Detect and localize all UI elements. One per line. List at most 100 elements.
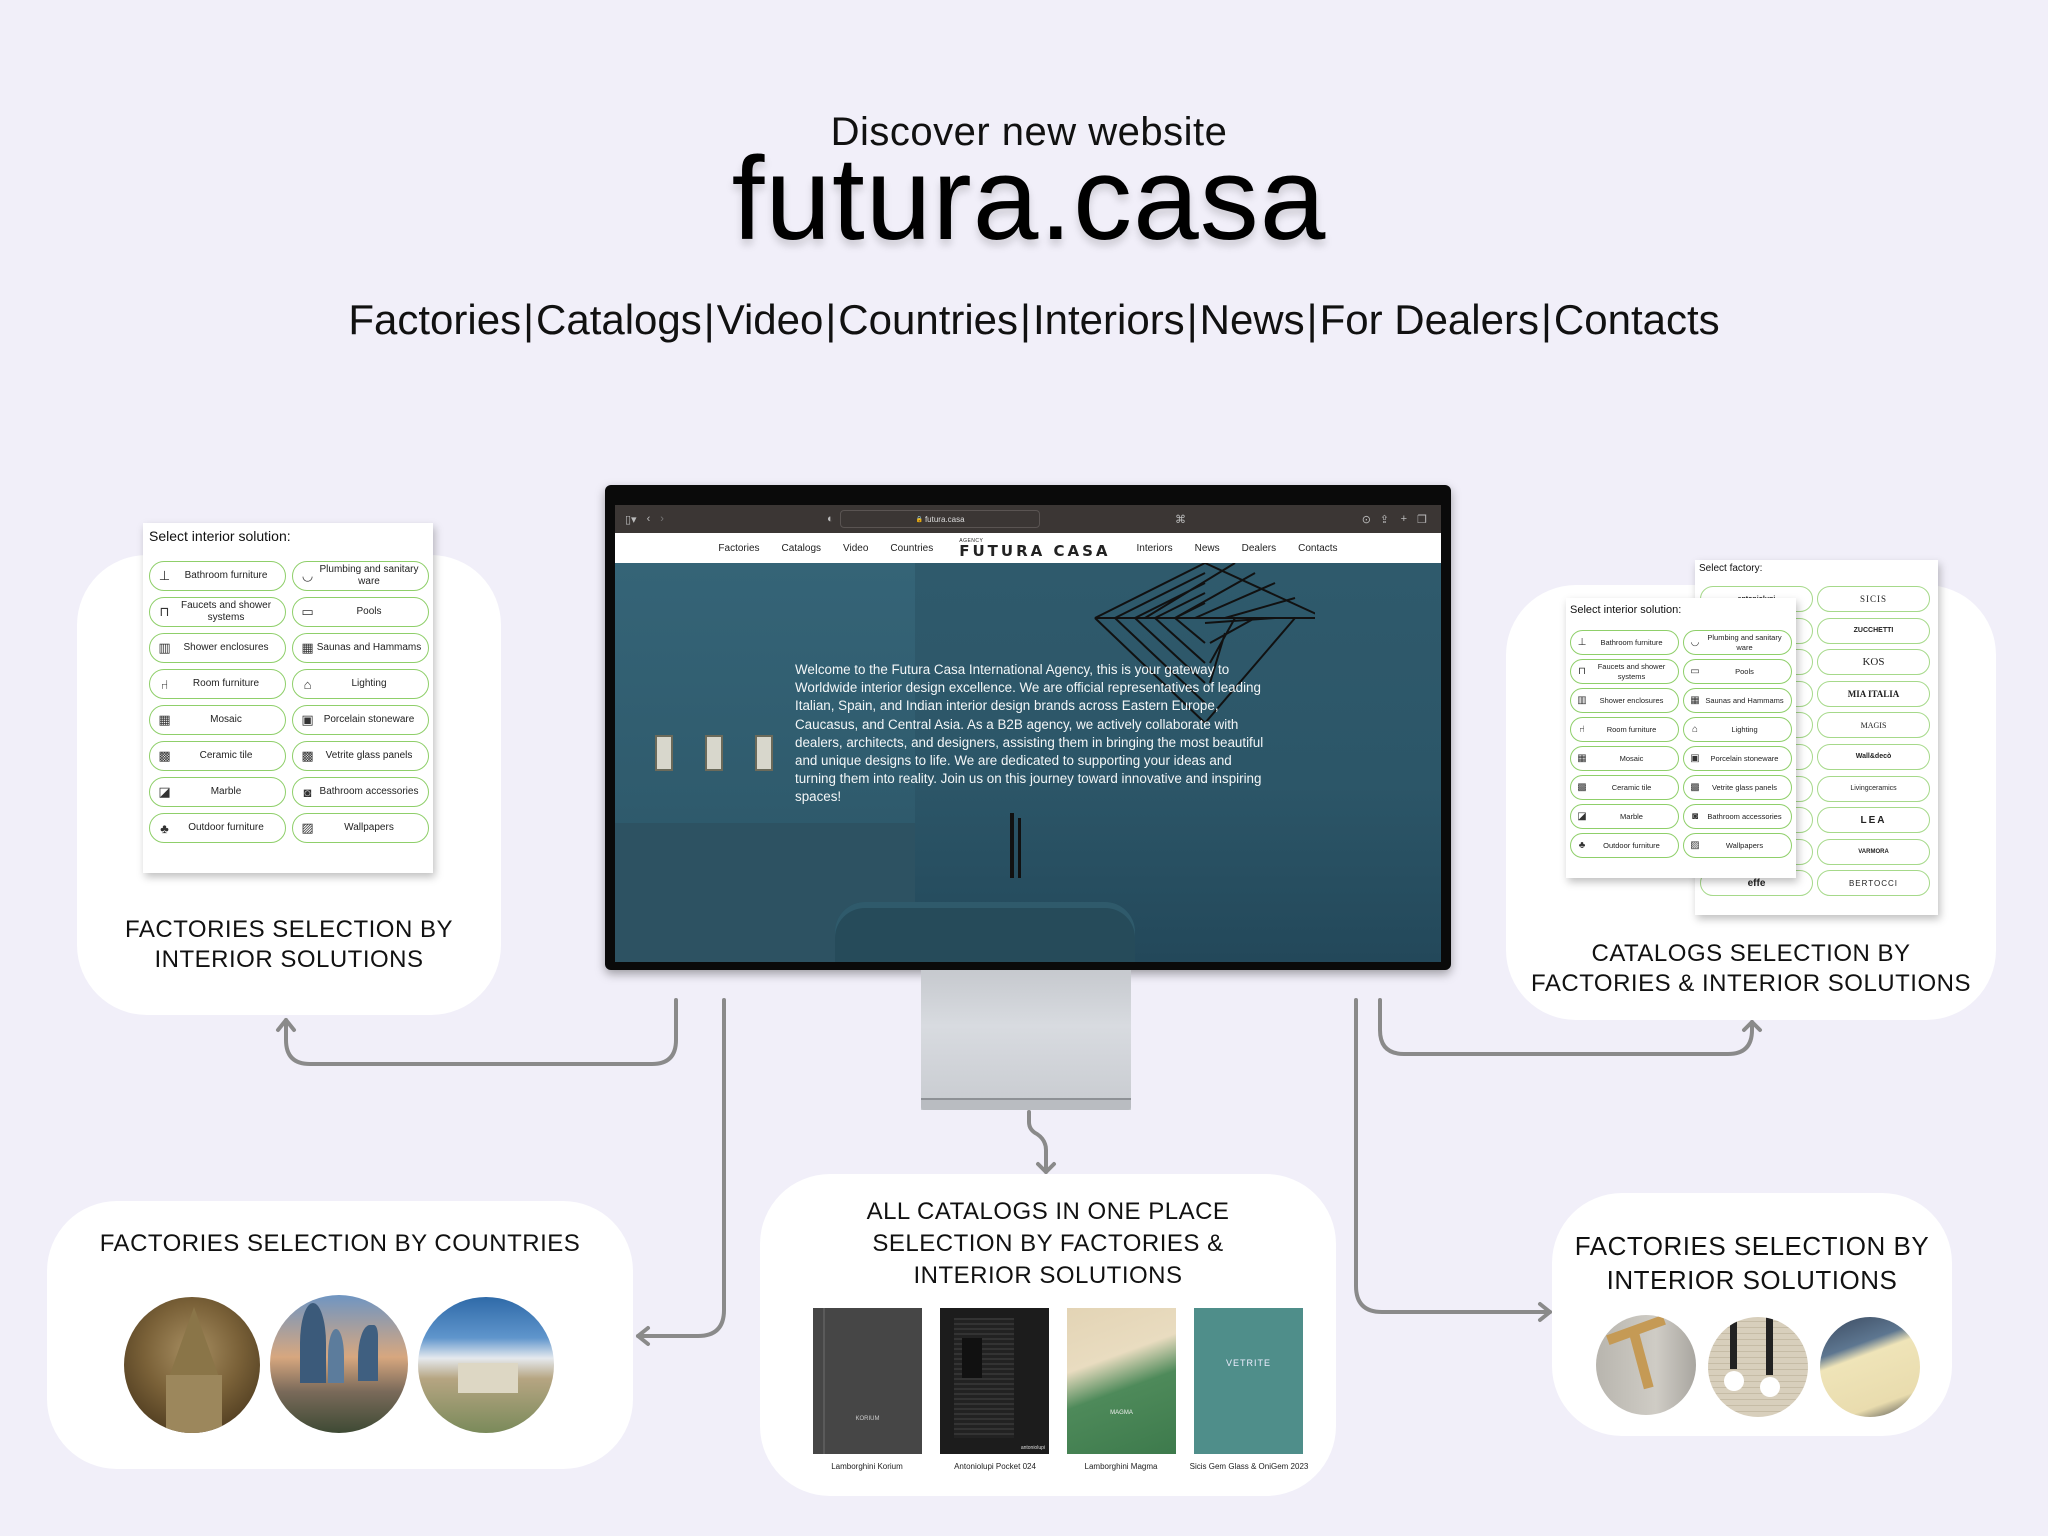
interior-solution-option[interactable]: ▩ Vetrite glass panels	[1683, 775, 1792, 800]
interior-solution-option[interactable]: ♣ Outdoor furniture	[149, 813, 286, 843]
bathroom-furniture-icon: ⊥	[158, 568, 171, 583]
site-nav-catalogs[interactable]: Catalogs	[782, 543, 821, 554]
interior-solution-option[interactable]: ◡ Plumbing and sanitary ware	[292, 561, 429, 591]
nav-contacts[interactable]: Contacts	[1554, 296, 1720, 343]
interior-solution-option[interactable]: ⊥ Bathroom furniture	[149, 561, 286, 591]
site-nav-factories[interactable]: Factories	[718, 543, 759, 554]
interior-solution-option[interactable]: ▩ Ceramic tile	[149, 741, 286, 771]
nav-video[interactable]: Video	[717, 296, 824, 343]
factory-logo: Wall&decò	[1855, 753, 1892, 761]
interior-solution-option[interactable]: ◙ Bathroom accessories	[292, 777, 429, 807]
factory-option[interactable]: BERTOCCI	[1817, 870, 1930, 897]
wall-art	[705, 735, 723, 771]
site-nav-interiors[interactable]: Interiors	[1136, 543, 1172, 554]
sidebar-toggle-icon[interactable]: ▯▾	[625, 513, 637, 526]
factory-option[interactable]: VARMORA	[1817, 838, 1930, 865]
interior-solution-option[interactable]: ⊥ Bathroom furniture	[1570, 630, 1679, 655]
new-tab-icon[interactable]: +	[1401, 513, 1407, 525]
nav-news[interactable]: News	[1200, 296, 1305, 343]
interior-solution-option[interactable]: ⌂ Lighting	[292, 669, 429, 699]
interior-solution-option[interactable]: ▣ Porcelain stoneware	[292, 705, 429, 735]
nav-interiors[interactable]: Interiors	[1033, 296, 1185, 343]
factory-list-right: SICIS ZUCCHETTI KOS MIA ITALIA MAGIS Wall&dec…	[1817, 586, 1930, 897]
interior-solution-option[interactable]: ▩ Vetrite glass panels	[292, 741, 429, 771]
monitor-stand-base	[921, 1098, 1131, 1110]
wall-art	[755, 735, 773, 771]
interior-solution-option[interactable]: ▦ Mosaic	[149, 705, 286, 735]
nav-for-dealers[interactable]: For Dealers	[1320, 296, 1539, 343]
interior-solution-option[interactable]: ▭ Pools	[1683, 659, 1792, 684]
factory-option[interactable]: MIA ITALIA	[1817, 680, 1930, 707]
share-icon[interactable]: ⇪	[1380, 513, 1389, 526]
marble-icon: ◪	[1577, 811, 1587, 822]
interior-solution-option[interactable]: ▩ Ceramic tile	[1570, 775, 1679, 800]
translate-icon[interactable]: ⌘	[1175, 513, 1186, 526]
interior-solution-option[interactable]: ◪ Marble	[1570, 804, 1679, 829]
interior-solution-option[interactable]: ◪ Marble	[149, 777, 286, 807]
country-photo-azerbaijan[interactable]	[270, 1295, 408, 1433]
forward-icon[interactable]: ›	[660, 513, 664, 525]
site-nav-countries[interactable]: Countries	[890, 543, 933, 554]
catalog-cover-korium[interactable]: KORIUM	[813, 1308, 922, 1454]
interior-solution-option[interactable]: ▦ Saunas and Hammams	[292, 633, 429, 663]
nav-factories[interactable]: Factories	[348, 296, 521, 343]
catalog-cover-antoniolupi[interactable]: antoniolupi	[940, 1308, 1049, 1454]
card-title: FACTORIES SELECTION BY INTERIOR SOLUTION…	[1574, 1231, 1930, 1295]
factory-option[interactable]: KOS	[1817, 649, 1930, 676]
card-interior-solutions-right[interactable]: FACTORIES SELECTION BY INTERIOR SOLUTION…	[1552, 1193, 1952, 1436]
card-all-catalogs[interactable]: ALL CATALOGS IN ONE PLACE SELECTION BY F…	[760, 1174, 1336, 1496]
catalog-cover-magma[interactable]: MAGMA	[1067, 1308, 1176, 1454]
download-icon[interactable]: ⊙	[1362, 513, 1371, 526]
interior-solution-option[interactable]: ⌂ Lighting	[1683, 717, 1792, 742]
card-countries[interactable]: FACTORIES SELECTION BY COUNTRIES	[47, 1201, 633, 1469]
nav-countries[interactable]: Countries	[838, 296, 1018, 343]
interior-solution-option[interactable]: ◡ Plumbing and sanitary ware	[1683, 630, 1792, 655]
interior-photo-shower[interactable]	[1596, 1315, 1696, 1415]
factory-option[interactable]: ZUCCHETTI	[1817, 617, 1930, 644]
interior-solution-option[interactable]: ▥ Shower enclosures	[1570, 688, 1679, 713]
interior-photo-pool[interactable]	[1820, 1317, 1920, 1417]
interior-solution-option[interactable]: ⊓ Faucets and shower systems	[149, 597, 286, 627]
tabs-overview-icon[interactable]: ❐	[1417, 513, 1427, 526]
site-logo[interactable]: AGENCY FUTURA CASA	[959, 538, 1110, 559]
catalog-cover-text: MAGMA	[1110, 1410, 1133, 1416]
factory-option[interactable]: LEA	[1817, 807, 1930, 834]
interior-solution-option[interactable]: ▭ Pools	[292, 597, 429, 627]
site-nav-video[interactable]: Video	[843, 543, 868, 554]
factory-option[interactable]: SICIS	[1817, 586, 1930, 612]
interior-solution-option[interactable]: ▦ Mosaic	[1570, 746, 1679, 771]
interior-solution-label: Porcelain stoneware	[1710, 753, 1779, 763]
lamp-icon: ⌂	[303, 676, 312, 692]
interior-solution-option[interactable]: ⑁ Room furniture	[149, 669, 286, 699]
interior-solution-label: Shower enclosures	[1599, 695, 1664, 705]
site-nav-news[interactable]: News	[1195, 543, 1220, 554]
country-photo-armenia[interactable]	[418, 1297, 554, 1433]
interior-solution-option[interactable]: ◙ Bathroom accessories	[1683, 804, 1792, 829]
interior-solution-option[interactable]: ▨ Wallpapers	[1683, 833, 1792, 858]
brand-title: futura.casa	[731, 133, 1327, 265]
interior-solution-option[interactable]: ▣ Porcelain stoneware	[1683, 746, 1792, 771]
card-title: FACTORIES SELECTION BY INTERIOR SOLUTION…	[125, 916, 453, 973]
ceramic-tile-icon: ▩	[1577, 782, 1587, 793]
address-bar[interactable]: 🔒 futura.casa	[840, 510, 1040, 528]
factory-option[interactable]: Wall&decò	[1817, 743, 1930, 770]
site-nav-dealers[interactable]: Dealers	[1242, 543, 1276, 554]
nav-catalogs[interactable]: Catalogs	[536, 296, 702, 343]
interior-solution-option[interactable]: ▨ Wallpapers	[292, 813, 429, 843]
factory-option[interactable]: MAGIS	[1817, 712, 1930, 739]
interior-solution-option[interactable]: ⊓ Faucets and shower systems	[1570, 659, 1679, 684]
interior-photo-lighting[interactable]	[1708, 1317, 1808, 1417]
catalog-cover-text: KORIUM	[855, 1416, 880, 1422]
faucet-icon: ⊓	[1578, 666, 1586, 677]
privacy-shield-icon[interactable]: ◐	[827, 513, 834, 525]
back-icon[interactable]: ‹	[647, 513, 651, 525]
interior-solution-option[interactable]: ▦ Saunas and Hammams	[1683, 688, 1792, 713]
site-nav-contacts[interactable]: Contacts	[1298, 543, 1337, 554]
interior-solution-option[interactable]: ▥ Shower enclosures	[149, 633, 286, 663]
interior-solution-option[interactable]: ⑁ Room furniture	[1570, 717, 1679, 742]
factory-option[interactable]: Livingceramics	[1817, 775, 1930, 802]
interior-solution-option[interactable]: ♣ Outdoor furniture	[1570, 833, 1679, 858]
catalog-cover-vetrite[interactable]: VETRITE	[1194, 1308, 1303, 1454]
monitor-stand	[921, 970, 1131, 1110]
country-photo-georgia[interactable]	[124, 1297, 260, 1433]
